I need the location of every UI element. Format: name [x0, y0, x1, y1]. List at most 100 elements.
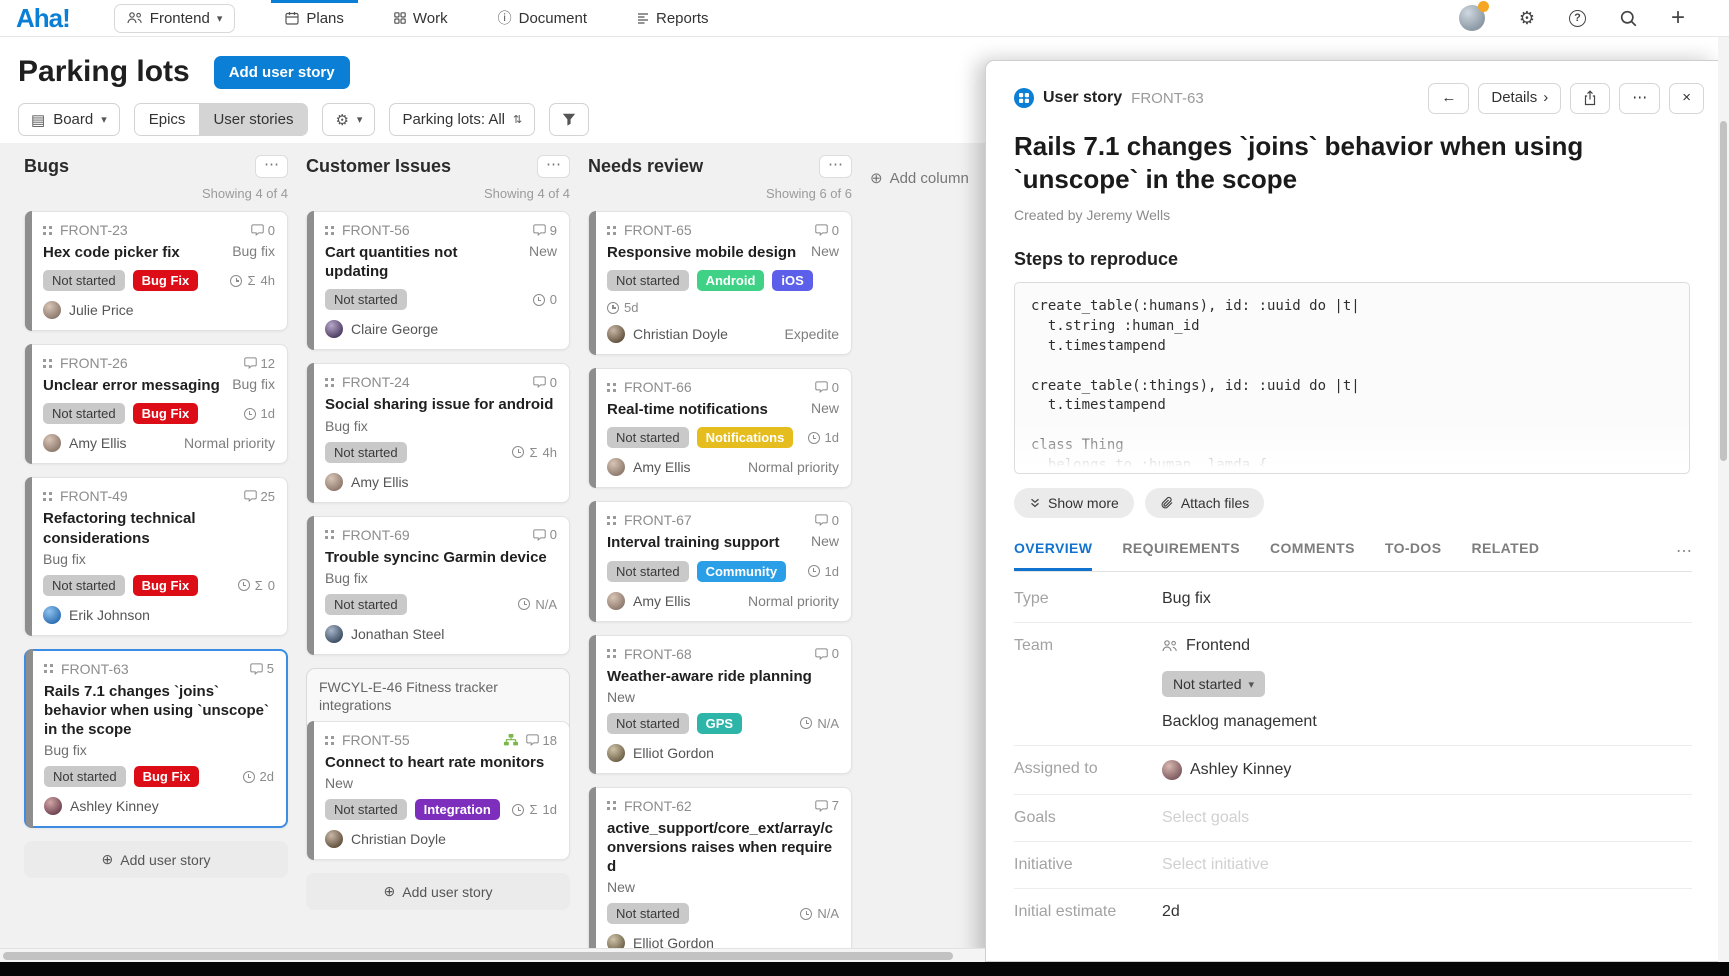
search-icon[interactable]: [1620, 10, 1637, 27]
assignee-name: Ashley Kinney: [70, 798, 159, 814]
drag-handle-icon[interactable]: [325, 530, 334, 539]
clock-icon: [808, 432, 820, 444]
drag-handle-icon[interactable]: [44, 664, 53, 673]
story-type: New: [811, 533, 839, 549]
drag-handle-icon[interactable]: [43, 359, 52, 368]
close-panel-button[interactable]: ×: [1669, 83, 1704, 114]
tab-todos[interactable]: TO-DOS: [1385, 540, 1442, 571]
drag-handle-icon[interactable]: [607, 516, 616, 525]
drag-handle-icon[interactable]: [607, 801, 616, 810]
story-card[interactable]: FRONT-56 9 Cart quantities not updating …: [306, 211, 570, 350]
field-value-initial-estimate[interactable]: 2d: [1162, 903, 1180, 921]
column-more-button[interactable]: ⋯: [537, 155, 570, 178]
more-button[interactable]: ⋯: [1619, 83, 1660, 114]
story-title: Refactoring technical considerations: [43, 509, 275, 547]
field-value-assigned-to[interactable]: Ashley Kinney: [1162, 760, 1291, 780]
show-more-button[interactable]: Show more: [1014, 488, 1134, 518]
drag-handle-icon[interactable]: [325, 378, 334, 387]
add-user-story-button[interactable]: Add user story: [214, 56, 350, 89]
story-type: Bug fix: [232, 243, 275, 259]
description-section-heading: Steps to reproduce: [986, 223, 1718, 270]
epic-group-label[interactable]: FWCYL-E-46 Fitness tracker integrations: [307, 669, 569, 722]
story-card[interactable]: FRONT-67 0 Interval training support New…: [588, 501, 852, 621]
tab-related[interactable]: RELATED: [1471, 540, 1539, 571]
tab-work[interactable]: Work: [380, 0, 462, 37]
column-more-button[interactable]: ⋯: [819, 155, 852, 178]
add-user-story-column-button[interactable]: ⊕ Add user story: [306, 873, 570, 910]
tab-document[interactable]: ⓘ Document: [484, 0, 601, 37]
user-avatar[interactable]: [1459, 5, 1485, 31]
comment-count: 7: [815, 798, 839, 813]
share-button[interactable]: [1570, 83, 1610, 114]
vertical-scrollbar[interactable]: [1718, 37, 1729, 962]
drag-handle-icon[interactable]: [43, 492, 52, 501]
back-button[interactable]: ←: [1428, 83, 1469, 114]
drag-handle-icon[interactable]: [607, 226, 616, 235]
field-value-team[interactable]: Frontend: [1162, 637, 1317, 655]
field-value-type[interactable]: Bug fix: [1162, 590, 1211, 608]
story-card[interactable]: FRONT-69 0 Trouble syncinc Garmin device…: [306, 516, 570, 655]
story-card[interactable]: FRONT-26 12 Unclear error messaging Bug …: [24, 344, 288, 464]
assignee-name: Claire George: [351, 321, 438, 337]
tab-overview[interactable]: OVERVIEW: [1014, 540, 1092, 571]
story-card[interactable]: FRONT-23 0 Hex code picker fix Bug fix N…: [24, 211, 288, 331]
add-column-button[interactable]: ⊕ Add column: [870, 169, 969, 187]
story-card[interactable]: FRONT-66 0 Real-time notifications New N…: [588, 368, 852, 488]
story-id: FRONT-65: [624, 222, 692, 238]
description-code-block[interactable]: create_table(:humans), id: :uuid do |t| …: [1014, 282, 1690, 474]
hierarchy-tree-icon: [504, 734, 518, 746]
story-card[interactable]: FRONT-65 0 Responsive mobile design New …: [588, 211, 852, 355]
details-button[interactable]: Details ›: [1478, 83, 1561, 114]
assignee-avatar: [43, 606, 61, 624]
estimate: 4h: [543, 445, 557, 460]
story-id: FRONT-55: [342, 732, 410, 748]
field-placeholder-goals[interactable]: Select goals: [1162, 809, 1249, 827]
column-title: Needs review: [588, 156, 703, 177]
estimate: 0: [268, 578, 275, 593]
parking-lots-select[interactable]: Parking lots: All ⇅: [389, 103, 535, 136]
filter-button[interactable]: [549, 103, 589, 136]
comment-icon: [815, 224, 828, 236]
assignee-avatar: [325, 625, 343, 643]
drag-handle-icon[interactable]: [607, 383, 616, 392]
vertical-scrollbar-thumb[interactable]: [1720, 121, 1727, 461]
drag-handle-icon[interactable]: [325, 226, 334, 235]
story-card[interactable]: FRONT-55 18 Connect to heart rate monito…: [306, 721, 570, 860]
segment-user-stories[interactable]: User stories: [199, 104, 307, 135]
horizontal-scrollbar[interactable]: [0, 948, 985, 962]
status-badge: Not started: [325, 594, 407, 615]
tab-requirements[interactable]: REQUIREMENTS: [1122, 540, 1240, 571]
drag-handle-icon[interactable]: [607, 649, 616, 658]
tabs-more-icon[interactable]: ⋯: [1676, 541, 1692, 571]
comment-count: 0: [533, 375, 557, 390]
story-card[interactable]: FRONT-68 0 Weather-aware ride planning N…: [588, 635, 852, 774]
assignee-name: Amy Ellis: [351, 474, 409, 490]
add-user-story-column-button[interactable]: ⊕ Add user story: [24, 841, 288, 878]
board-view-dropdown[interactable]: ▤ Board ▾: [18, 103, 120, 136]
clock-icon: [518, 598, 530, 610]
comment-icon: [533, 529, 546, 541]
add-plus-icon[interactable]: +: [1671, 6, 1685, 30]
status-dropdown[interactable]: Not started ▾: [1162, 671, 1265, 697]
tab-plans[interactable]: Plans: [271, 0, 358, 37]
horizontal-scrollbar-thumb[interactable]: [3, 952, 953, 960]
tab-reports[interactable]: Reports: [623, 0, 723, 37]
drag-handle-icon[interactable]: [325, 736, 334, 745]
story-card[interactable]: FRONT-49 25 Refactoring technical consid…: [24, 477, 288, 635]
sigma-icon: Σ: [255, 578, 263, 593]
tab-comments[interactable]: COMMENTS: [1270, 540, 1355, 571]
column-more-button[interactable]: ⋯: [255, 155, 288, 178]
attach-files-button[interactable]: Attach files: [1145, 488, 1264, 518]
story-card[interactable]: FRONT-62 7 active_support/core_ext/array…: [588, 787, 852, 948]
settings-gear-icon[interactable]: ⚙: [1519, 9, 1535, 27]
field-placeholder-initiative[interactable]: Select initiative: [1162, 856, 1269, 874]
column-count: Showing 4 of 4: [24, 186, 288, 201]
board-settings-dropdown[interactable]: ⚙ ▾: [322, 103, 375, 136]
workspace-switcher[interactable]: Frontend ▾: [114, 4, 236, 33]
story-card-selected[interactable]: FRONT-63 5 Rails 7.1 changes `joins` beh…: [24, 649, 288, 829]
drag-handle-icon[interactable]: [43, 226, 52, 235]
help-icon[interactable]: ?: [1569, 10, 1586, 27]
segment-epics[interactable]: Epics: [135, 104, 200, 135]
story-card[interactable]: FRONT-24 0 Social sharing issue for andr…: [306, 363, 570, 502]
aha-logo[interactable]: Aha!: [16, 3, 70, 34]
